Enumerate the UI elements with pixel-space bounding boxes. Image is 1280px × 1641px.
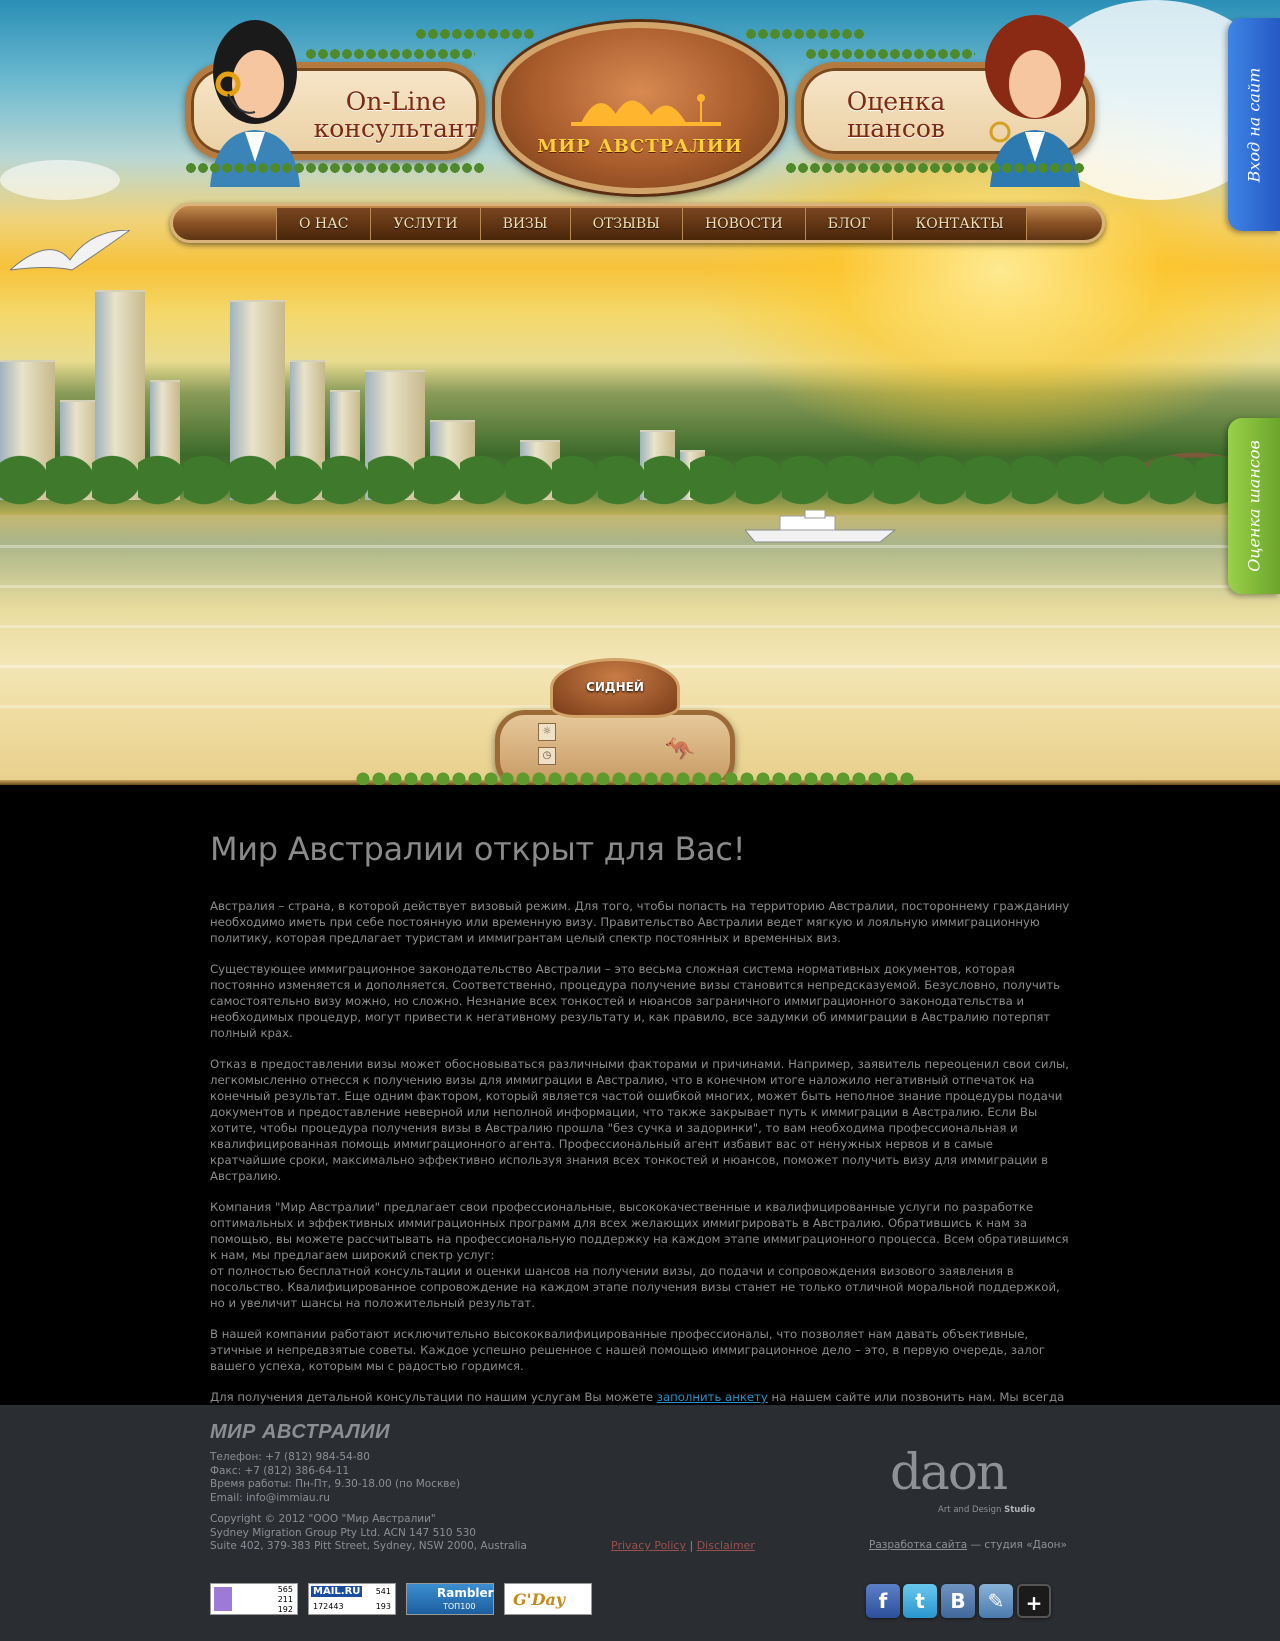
counter-value: 211 <box>277 1595 293 1604</box>
mailru-counter[interactable]: MAIL.RU 541 172443 193 <box>308 1583 396 1615</box>
nav-item-about[interactable]: О НАС <box>277 208 372 240</box>
developer-credit: Разработка сайта — студия «Даон» <box>869 1539 1067 1551</box>
city-plaque: ☼ ◷ 🦘 СИДНЕЙ <box>495 640 735 785</box>
seagull <box>10 230 130 271</box>
policy-links: Privacy Policy | Disclaimer <box>611 1539 755 1552</box>
copyright: Copyright © 2012 "ООО "Мир Австралии" <box>210 1513 436 1525</box>
disclaimer-link[interactable]: Disclaimer <box>697 1539 755 1552</box>
paragraph: Отказ в предоставлении визы может обосно… <box>210 1057 1069 1183</box>
mailru-logo: MAIL.RU <box>311 1586 363 1597</box>
vine-decoration <box>305 48 475 60</box>
company-info: Sydney Migration Group Pty Ltd. ACN 147 … <box>210 1526 476 1539</box>
counter-value: 192 <box>277 1605 293 1614</box>
paragraph-part: Для получения детальной консультации по … <box>210 1390 657 1404</box>
counter-value: 541 <box>375 1587 391 1596</box>
counter-value: 172443 <box>313 1602 344 1611</box>
chances-avatar[interactable] <box>980 12 1090 187</box>
chances-title: Оценка шансов <box>846 87 946 143</box>
paragraph: Существующее иммиграционное законодатель… <box>210 962 1061 1040</box>
studio-logo-sub: Art and Design Studio <box>938 1505 1036 1515</box>
article: Мир Австралии открыт для Вас! Австралия … <box>210 830 1072 1436</box>
paragraph: В нашей компании работают исключительно … <box>210 1327 1046 1373</box>
facebook-icon[interactable]: f <box>866 1584 900 1618</box>
fax: Факс: +7 (812) 386-64-11 <box>210 1464 350 1477</box>
page-title: Мир Австралии открыт для Вас! <box>210 830 746 868</box>
vine-decoration <box>355 770 915 785</box>
cloud <box>0 160 120 200</box>
brand-emblem[interactable]: МИР АВСТРАЛИИ <box>495 22 785 194</box>
fill-form-link[interactable]: заполнить анкету <box>657 1390 768 1404</box>
tree-line <box>0 430 1280 520</box>
nav-item-reviews[interactable]: ОТЗЫВЫ <box>571 208 683 240</box>
studio-logo[interactable]: daon Art and Design Studio <box>890 1443 1040 1523</box>
livejournal-icon[interactable]: ✎ <box>979 1584 1013 1618</box>
developer-text: — студия «Даон» <box>967 1539 1067 1551</box>
counter-value: 193 <box>375 1602 391 1611</box>
hero-banner: On-Line консультант Оценка шансов МИР АВ… <box>0 0 1280 785</box>
counter-value: 565 <box>277 1585 293 1594</box>
brand-name: МИР АВСТРАЛИИ <box>537 136 743 157</box>
nav-item-services[interactable]: УСЛУГИ <box>371 208 481 240</box>
vine-decoration <box>415 28 535 40</box>
chances-tab-label: Оценка шансов <box>1244 440 1264 572</box>
email: Email: info@immiau.ru <box>210 1491 330 1504</box>
link-separator: | <box>689 1539 694 1552</box>
studio-logo-word: daon <box>890 1443 1008 1501</box>
header-frame: On-Line консультант Оценка шансов МИР АВ… <box>165 12 1115 200</box>
vine-decoration <box>785 162 1085 174</box>
vkontakte-icon[interactable]: B <box>941 1584 975 1618</box>
footer: МИР АВСТРАЛИИ Телефон: +7 (812) 984-54-8… <box>0 1405 1280 1641</box>
privacy-policy-link[interactable]: Privacy Policy <box>611 1539 686 1552</box>
twitter-icon[interactable]: t <box>903 1584 937 1618</box>
nav-item-blog[interactable]: БЛОГ <box>806 208 894 240</box>
chances-tab[interactable]: Оценка шансов <box>1228 418 1280 594</box>
footer-logo[interactable]: МИР АВСТРАЛИИ <box>210 1421 390 1444</box>
address: Suite 402, 379-383 Pitt Street, Sydney, … <box>210 1540 527 1552</box>
phone: Телефон: +7 (812) 984-54-80 <box>210 1451 370 1463</box>
rambler-sub: ТОП100 <box>443 1602 476 1611</box>
main-content: Мир Австралии открыт для Вас! Австралия … <box>0 785 1280 1420</box>
vine-decoration <box>805 48 975 60</box>
vine-decoration <box>185 162 485 174</box>
nav-list: О НАС УСЛУГИ ВИЗЫ ОТЗЫВЫ НОВОСТИ БЛОГ КО… <box>276 208 1027 240</box>
paragraph-part: Компания "Мир Австралии" предлагает свои… <box>210 1200 1069 1262</box>
opera-house-icon <box>571 94 721 126</box>
gday-logo: G'Day <box>513 1590 566 1609</box>
online-consultant-title: On-Line консультант <box>313 87 479 143</box>
work-hours: Время работы: Пн-Пт, 9.30-18.00 (по Моск… <box>210 1478 461 1490</box>
consultant-avatar[interactable] <box>200 12 310 187</box>
paragraph-part: от полностью бесплатной консультации и о… <box>210 1264 1060 1310</box>
nav-item-news[interactable]: НОВОСТИ <box>683 208 806 240</box>
paragraph: Компания "Мир Австралии" предлагает свои… <box>210 1199 1072 1311</box>
login-tab-label: Вход на сайт <box>1244 67 1264 182</box>
rambler-logo: Rambler <box>437 1586 494 1600</box>
legal-info: Copyright © 2012 "ООО "Мир Австралии" Sy… <box>210 1513 527 1554</box>
google-plus-icon[interactable]: + <box>1017 1584 1051 1618</box>
gday-counter[interactable]: G'Day <box>504 1583 592 1615</box>
boat <box>745 510 897 543</box>
nav-item-contacts[interactable]: КОНТАКТЫ <box>893 208 1027 240</box>
main-nav: О НАС УСЛУГИ ВИЗЫ ОТЗЫВЫ НОВОСТИ БЛОГ КО… <box>170 203 1105 243</box>
liveinternet-icon <box>214 1587 232 1611</box>
nav-item-visas[interactable]: ВИЗЫ <box>481 208 571 240</box>
developer-link[interactable]: Разработка сайта <box>869 1539 967 1551</box>
vine-decoration <box>745 28 865 40</box>
contact-info: Телефон: +7 (812) 984-54-80 Факс: +7 (81… <box>210 1451 460 1505</box>
liveinternet-counter[interactable]: 565 211 192 <box>210 1583 298 1615</box>
paragraph: Австралия – страна, в которой действует … <box>210 899 1070 945</box>
login-tab[interactable]: Вход на сайт <box>1228 18 1280 231</box>
rambler-counter[interactable]: Rambler ТОП100 <box>406 1583 494 1615</box>
